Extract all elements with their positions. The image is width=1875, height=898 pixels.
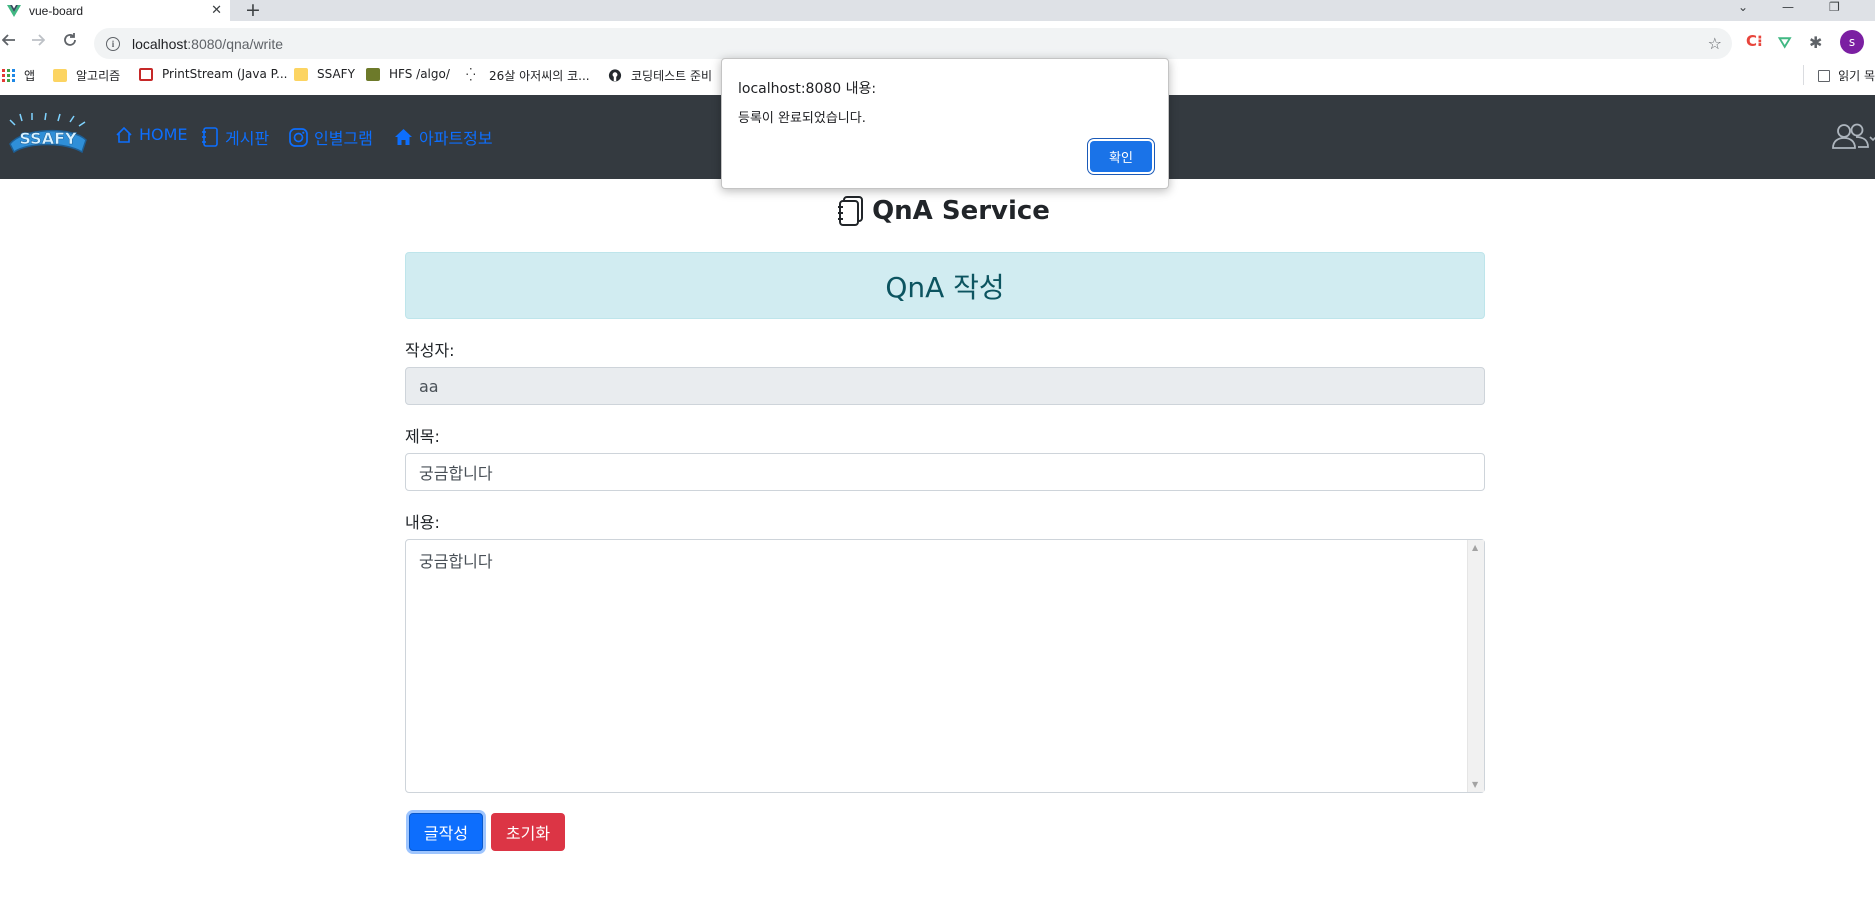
instagram-icon bbox=[289, 127, 308, 147]
tab-title: vue-board bbox=[29, 3, 84, 18]
dialog-title: localhost:8080 내용: bbox=[738, 81, 877, 97]
bookmark-apps[interactable]: 앱 bbox=[2, 67, 35, 84]
house-icon bbox=[115, 126, 133, 144]
bookmarks-separator bbox=[1803, 65, 1804, 85]
people-icon[interactable] bbox=[1832, 123, 1875, 155]
new-tab-button[interactable]: + bbox=[245, 0, 261, 21]
back-icon[interactable] bbox=[1, 32, 16, 52]
bookmark-blog[interactable]: ⁛ 26살 아저씨의 코... bbox=[466, 67, 590, 84]
content-label: 내용: bbox=[405, 513, 440, 532]
bookmark-printstream[interactable]: PrintStream (Java P... bbox=[139, 67, 288, 81]
extensions-puzzle-icon[interactable]: ✱ bbox=[1809, 33, 1822, 52]
url-text: localhost:8080/qna/write bbox=[132, 35, 283, 52]
svg-text:SSAFY: SSAFY bbox=[19, 129, 77, 148]
bookmark-star-icon[interactable]: ☆ bbox=[1708, 34, 1722, 53]
author-label: 작성자: bbox=[405, 341, 455, 360]
extension-c-icon[interactable]: C⁝ bbox=[1746, 32, 1763, 50]
journals-icon bbox=[838, 196, 864, 226]
subject-label: 제목: bbox=[405, 427, 440, 446]
forward-icon[interactable] bbox=[31, 32, 46, 52]
nav-apartment[interactable]: 아파트정보 bbox=[394, 125, 493, 149]
github-icon bbox=[608, 69, 622, 82]
reading-list[interactable]: 읽기 목 bbox=[1818, 67, 1875, 84]
alert-dialog: localhost:8080 내용: 등록이 완료되었습니다. 확인 bbox=[721, 58, 1169, 189]
folder-icon bbox=[53, 69, 67, 82]
tab-close-icon[interactable]: ✕ bbox=[211, 3, 222, 18]
vue-devtools-icon[interactable]: ⛛ bbox=[1778, 33, 1791, 53]
minimize-icon[interactable]: — bbox=[1782, 0, 1794, 14]
folder-icon bbox=[294, 67, 308, 81]
author-input[interactable]: aa bbox=[405, 367, 1485, 405]
scroll-down-icon[interactable]: ▼ bbox=[1472, 780, 1478, 789]
house-fill-icon bbox=[394, 128, 413, 146]
content-textarea[interactable]: 궁금합니다 ▲ ▼ bbox=[405, 539, 1485, 793]
content-text: 궁금합니다 bbox=[419, 552, 493, 571]
apps-grid-icon bbox=[2, 69, 15, 82]
browser-tab[interactable]: vue-board ✕ bbox=[0, 0, 230, 21]
reload-icon[interactable] bbox=[63, 32, 77, 52]
vue-favicon-icon bbox=[7, 4, 21, 17]
scroll-up-icon[interactable]: ▲ bbox=[1472, 543, 1478, 552]
nav-board[interactable]: 게시판 bbox=[201, 125, 269, 149]
bookmark-hfs[interactable]: HFS /algo/ bbox=[366, 67, 450, 81]
nav-home[interactable]: HOME bbox=[115, 125, 188, 144]
reading-list-icon bbox=[1818, 69, 1831, 82]
page-title: QnA Service bbox=[0, 196, 1875, 230]
notebook-icon bbox=[201, 127, 219, 147]
subject-input[interactable]: 궁금합니다 bbox=[405, 453, 1485, 491]
dialog-ok-button[interactable]: 확인 bbox=[1090, 141, 1152, 172]
ssafy-logo[interactable]: SSAFY bbox=[6, 112, 88, 154]
dialog-message: 등록이 완료되었습니다. bbox=[738, 111, 866, 126]
address-bar[interactable]: i localhost:8080/qna/write ☆ bbox=[94, 28, 1732, 59]
bookmark-coding-test[interactable]: 코딩테스트 준비 bbox=[608, 67, 712, 84]
nav-instagram[interactable]: 인별그램 bbox=[289, 125, 373, 149]
hfs-icon bbox=[366, 67, 380, 81]
form-banner: QnA 작성 bbox=[405, 252, 1485, 319]
browser-tab-strip: vue-board ✕ + ⌄ — ❐ bbox=[0, 0, 1875, 21]
banner-title: QnA 작성 bbox=[885, 270, 1005, 304]
oracle-icon bbox=[139, 67, 153, 81]
profile-avatar[interactable]: s bbox=[1840, 30, 1864, 54]
restore-icon[interactable]: ❐ bbox=[1829, 0, 1840, 14]
site-info-icon[interactable]: i bbox=[106, 36, 120, 51]
reset-button[interactable]: 초기화 bbox=[491, 813, 565, 851]
textarea-scrollbar[interactable]: ▲ ▼ bbox=[1467, 540, 1484, 792]
bookmark-ssafy[interactable]: SSAFY bbox=[294, 67, 355, 81]
dots-icon: ⁛ bbox=[466, 68, 476, 82]
submit-button[interactable]: 글작성 bbox=[409, 813, 483, 851]
tab-search-icon[interactable]: ⌄ bbox=[1738, 0, 1748, 14]
bookmark-algorithm[interactable]: 알고리즘 bbox=[53, 67, 120, 84]
